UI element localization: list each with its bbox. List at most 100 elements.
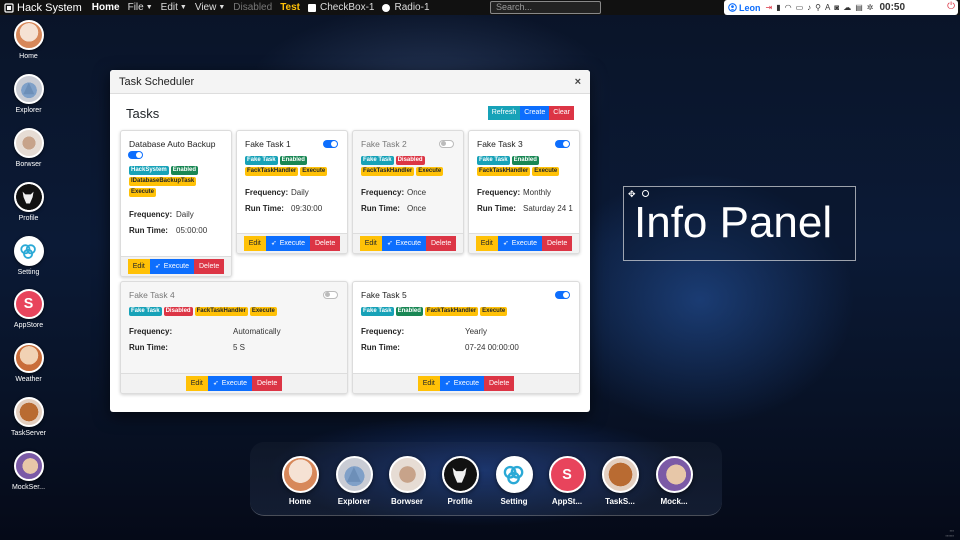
- edit-button[interactable]: Edit: [127, 259, 150, 274]
- edit-button[interactable]: Edit: [417, 376, 440, 391]
- brand[interactable]: Hack System: [4, 2, 82, 14]
- dock-item-borwser[interactable]: Borwser: [382, 456, 432, 506]
- home-icon[interactable]: [13, 20, 44, 50]
- radio-1[interactable]: Radio-1: [382, 2, 430, 13]
- appstore-icon[interactable]: S: [548, 456, 586, 493]
- explorer-icon[interactable]: [335, 456, 373, 493]
- window-titlebar[interactable]: Task Scheduler ×: [110, 70, 590, 94]
- desktop-item-weather[interactable]: Weather: [0, 343, 57, 383]
- home-icon[interactable]: [281, 456, 319, 493]
- execute-button[interactable]: ➶ Execute: [207, 376, 252, 391]
- dock-item-tasks[interactable]: TaskS...: [595, 456, 645, 506]
- info-panel[interactable]: ✥ Info Panel: [623, 186, 856, 261]
- weather-icon[interactable]: [13, 343, 44, 373]
- execute-label: Execute: [221, 380, 247, 387]
- taskbar-dock: Home Explorer Borwser Profile Setting S AppSt.…: [250, 442, 722, 516]
- cloud-icon[interactable]: ☁: [843, 3, 851, 12]
- brand-label: Hack System: [17, 1, 82, 14]
- desktop-item-setting[interactable]: Setting: [0, 236, 57, 276]
- task-enable-toggle[interactable]: [555, 140, 570, 148]
- checkbox-icon[interactable]: [308, 3, 317, 12]
- user-menu[interactable]: Leon: [728, 3, 761, 13]
- wifi-icon[interactable]: ◠: [785, 3, 792, 12]
- clock[interactable]: 00:50: [879, 2, 905, 13]
- power-icon[interactable]: ⏻: [947, 1, 955, 12]
- radio-icon[interactable]: [382, 3, 391, 12]
- mockserver-icon[interactable]: [655, 456, 693, 493]
- task-enable-toggle[interactable]: [555, 291, 570, 299]
- delete-button[interactable]: Delete: [194, 259, 225, 274]
- execute-button[interactable]: ➶ Execute: [439, 376, 484, 391]
- checkbox-1-label: CheckBox-1: [320, 2, 375, 13]
- dock-item-setting[interactable]: Setting: [489, 456, 539, 506]
- menu-edit[interactable]: Edit ▼: [161, 2, 187, 13]
- task-enable-toggle[interactable]: [323, 291, 338, 299]
- dock-item-label: Home: [288, 497, 312, 506]
- execute-button[interactable]: ➶ Execute: [149, 259, 194, 274]
- edit-button[interactable]: Edit: [359, 236, 382, 251]
- dock-item-explorer[interactable]: Explorer: [329, 456, 379, 506]
- setting-icon[interactable]: [13, 236, 44, 266]
- menu-file[interactable]: File ▼: [128, 2, 153, 13]
- edit-button[interactable]: Edit: [243, 236, 266, 251]
- execute-button[interactable]: ➶ Execute: [381, 236, 426, 251]
- refresh-button[interactable]: Refresh: [487, 106, 521, 120]
- dock-item-appst[interactable]: S AppSt...: [542, 456, 592, 506]
- dock-item-label: Mock...: [660, 497, 688, 506]
- camera-icon[interactable]: ◙: [834, 3, 839, 12]
- explorer-icon[interactable]: [13, 74, 44, 104]
- desktop-item-explorer[interactable]: Explorer: [0, 74, 57, 114]
- taskserver-icon[interactable]: [601, 456, 639, 493]
- bell-icon[interactable]: ♪: [807, 3, 811, 12]
- appstore-icon[interactable]: S: [13, 289, 44, 319]
- menu-home[interactable]: Home: [92, 2, 120, 13]
- usb-icon[interactable]: ⚲: [815, 3, 821, 12]
- main-menu: Home File ▼ Edit ▼ View ▼ Disabled Test: [92, 2, 308, 13]
- desktop-item-taskserver[interactable]: TaskServer: [0, 397, 57, 437]
- browser-icon[interactable]: [13, 128, 44, 158]
- info-panel-text: Info Panel: [634, 198, 833, 247]
- dock-item-profile[interactable]: Profile: [435, 456, 485, 506]
- delete-button[interactable]: Delete: [252, 376, 283, 391]
- dock-item-home[interactable]: Home: [275, 456, 325, 506]
- task-enable-toggle[interactable]: [323, 140, 338, 148]
- battery-icon[interactable]: ▭: [796, 3, 804, 12]
- close-icon[interactable]: ×: [575, 76, 581, 88]
- font-icon[interactable]: A: [825, 3, 830, 12]
- search-input[interactable]: Search...: [490, 1, 601, 14]
- menu-test[interactable]: Test: [280, 2, 300, 13]
- desktop-item-home[interactable]: Home: [0, 20, 57, 60]
- setting-icon[interactable]: [495, 456, 533, 493]
- browser-icon[interactable]: [388, 456, 426, 493]
- login-icon[interactable]: ⇥: [766, 3, 773, 12]
- delete-button[interactable]: Delete: [542, 236, 573, 251]
- task-badge: Fake Task: [477, 156, 510, 165]
- task-badge: Execute: [480, 307, 508, 316]
- create-button[interactable]: Create: [520, 106, 550, 120]
- signal-icon[interactable]: ▮: [776, 3, 780, 12]
- printer-icon[interactable]: ▤: [855, 3, 863, 12]
- desktop-item-borwser[interactable]: Borwser: [0, 128, 57, 168]
- profile-icon[interactable]: [441, 456, 479, 493]
- mockserver-icon[interactable]: [13, 451, 44, 481]
- edit-button[interactable]: Edit: [475, 236, 498, 251]
- desktop-item-appstore[interactable]: S AppStore: [0, 289, 57, 329]
- taskserver-icon[interactable]: [13, 397, 44, 427]
- edit-button[interactable]: Edit: [185, 376, 208, 391]
- delete-button[interactable]: Delete: [426, 236, 457, 251]
- delete-button[interactable]: Delete: [310, 236, 341, 251]
- delete-button[interactable]: Delete: [484, 376, 515, 391]
- desktop-item-mockser[interactable]: MockSer...: [0, 451, 57, 491]
- clear-button[interactable]: Clear: [549, 106, 574, 120]
- execute-button[interactable]: ➶ Execute: [265, 236, 310, 251]
- circle-icon[interactable]: [642, 190, 649, 197]
- task-enable-toggle[interactable]: [439, 140, 454, 148]
- task-enable-toggle[interactable]: [128, 151, 143, 159]
- profile-icon[interactable]: [13, 182, 44, 212]
- checkbox-1[interactable]: CheckBox-1: [308, 2, 374, 13]
- execute-button[interactable]: ➶ Execute: [497, 236, 542, 251]
- menu-view[interactable]: View ▼: [195, 2, 225, 13]
- settings-icon[interactable]: ✲: [867, 3, 874, 12]
- dock-item-mock[interactable]: Mock...: [649, 456, 699, 506]
- desktop-item-profile[interactable]: Profile: [0, 182, 57, 222]
